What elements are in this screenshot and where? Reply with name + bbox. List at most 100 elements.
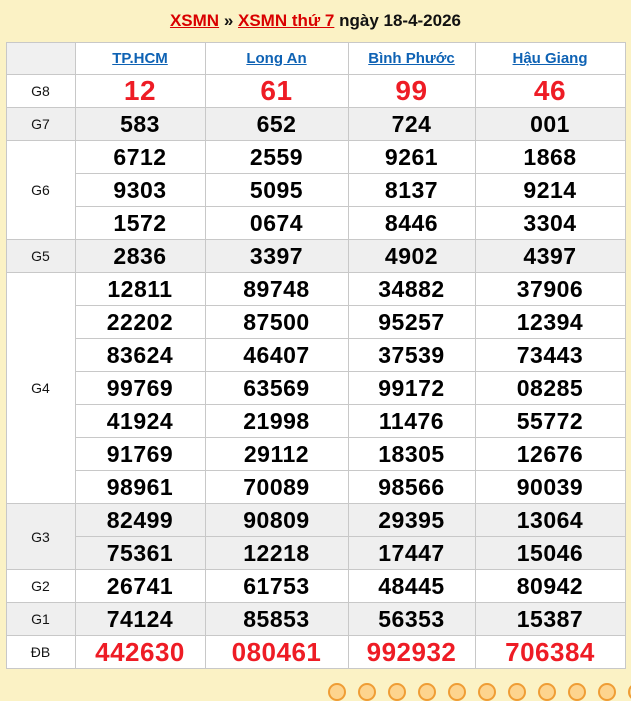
prize-label-g4: G4 bbox=[6, 273, 75, 504]
header-row: TP.HCM Long An Bình Phước Hậu Giang bbox=[6, 43, 625, 75]
results-table-body: G812619946G7583652724001G667122559926118… bbox=[6, 75, 625, 669]
result-g8-col4: 46 bbox=[475, 75, 625, 108]
result-g8-col3: 99 bbox=[348, 75, 475, 108]
result-g4-col3-line7: 98566 bbox=[348, 471, 475, 504]
result-g4-col2-line1: 89748 bbox=[205, 273, 348, 306]
result-g4-col4-line6: 12676 bbox=[475, 438, 625, 471]
result-g2-col4: 80942 bbox=[475, 570, 625, 603]
result-g4-col4-line2: 12394 bbox=[475, 306, 625, 339]
result-g1-col3: 56353 bbox=[348, 603, 475, 636]
ball-icon bbox=[448, 683, 466, 701]
prize-row-g8: G812619946 bbox=[6, 75, 625, 108]
result-g4-col1-line3: 83624 bbox=[75, 339, 205, 372]
prize-row-g6-line3: 1572067484463304 bbox=[6, 207, 625, 240]
result-g4-col2-line4: 63569 bbox=[205, 372, 348, 405]
result-g6-col2-line2: 5095 bbox=[205, 174, 348, 207]
prize-row-g1: G174124858535635315387 bbox=[6, 603, 625, 636]
column-header-4: Hậu Giang bbox=[475, 43, 625, 75]
ball-icon bbox=[598, 683, 616, 701]
ball-icon bbox=[538, 683, 556, 701]
result-g4-col3-line3: 37539 bbox=[348, 339, 475, 372]
result-g4-col1-line4: 99769 bbox=[75, 372, 205, 405]
result-g4-col1-line6: 91769 bbox=[75, 438, 205, 471]
result-g6-col4-line2: 9214 bbox=[475, 174, 625, 207]
result-g3-col1-line1: 82499 bbox=[75, 504, 205, 537]
result-g7-col4: 001 bbox=[475, 108, 625, 141]
result-g4-col1-line7: 98961 bbox=[75, 471, 205, 504]
ball-icon bbox=[388, 683, 406, 701]
prize-label-g5: G5 bbox=[6, 240, 75, 273]
title-separator: » bbox=[219, 11, 238, 31]
prize-row-db: ĐB442630080461992932706384 bbox=[6, 636, 625, 669]
prize-label-g8: G8 bbox=[6, 75, 75, 108]
result-db-col4: 706384 bbox=[475, 636, 625, 669]
result-g6-col3-line3: 8446 bbox=[348, 207, 475, 240]
result-g4-col4-line3: 73443 bbox=[475, 339, 625, 372]
result-g4-col3-line5: 11476 bbox=[348, 405, 475, 438]
xsmn-link[interactable]: XSMN bbox=[170, 11, 219, 31]
prize-row-g4-line4: 99769635699917208285 bbox=[6, 372, 625, 405]
xsmn-day-link[interactable]: XSMN thứ 7 bbox=[238, 11, 334, 31]
result-g4-col4-line1: 37906 bbox=[475, 273, 625, 306]
result-g6-col3-line1: 9261 bbox=[348, 141, 475, 174]
ball-icon bbox=[358, 683, 376, 701]
result-g2-col1: 26741 bbox=[75, 570, 205, 603]
page-title: XSMN » XSMN thứ 7 ngày 18-4-2026 bbox=[0, 0, 631, 42]
title-date: ngày 18-4-2026 bbox=[334, 11, 461, 31]
province-link-2[interactable]: Long An bbox=[246, 50, 306, 67]
ball-icon bbox=[568, 683, 586, 701]
result-g4-col2-line3: 46407 bbox=[205, 339, 348, 372]
result-g5-col1: 2836 bbox=[75, 240, 205, 273]
result-g6-col2-line1: 2559 bbox=[205, 141, 348, 174]
prize-row-g2: G226741617534844580942 bbox=[6, 570, 625, 603]
result-g6-col4-line3: 3304 bbox=[475, 207, 625, 240]
result-g4-col4-line7: 90039 bbox=[475, 471, 625, 504]
result-g3-col4-line1: 13064 bbox=[475, 504, 625, 537]
result-g4-col1-line1: 12811 bbox=[75, 273, 205, 306]
result-g8-col1: 12 bbox=[75, 75, 205, 108]
result-g4-col4-line5: 55772 bbox=[475, 405, 625, 438]
result-g7-col2: 652 bbox=[205, 108, 348, 141]
result-g5-col2: 3397 bbox=[205, 240, 348, 273]
prize-row-g4-line3: 83624464073753973443 bbox=[6, 339, 625, 372]
prize-label-g1: G1 bbox=[6, 603, 75, 636]
prize-row-g4-line2: 22202875009525712394 bbox=[6, 306, 625, 339]
result-db-col1: 442630 bbox=[75, 636, 205, 669]
result-g6-col1-line3: 1572 bbox=[75, 207, 205, 240]
results-table-head: TP.HCM Long An Bình Phước Hậu Giang bbox=[6, 43, 625, 75]
result-g5-col3: 4902 bbox=[348, 240, 475, 273]
result-g6-col1-line2: 9303 bbox=[75, 174, 205, 207]
result-g7-col3: 724 bbox=[348, 108, 475, 141]
result-g3-col4-line2: 15046 bbox=[475, 537, 625, 570]
column-header-3: Bình Phước bbox=[348, 43, 475, 75]
result-g3-col1-line2: 75361 bbox=[75, 537, 205, 570]
prize-label-g6: G6 bbox=[6, 141, 75, 240]
prize-row-g4-line6: 91769291121830512676 bbox=[6, 438, 625, 471]
result-g8-col2: 61 bbox=[205, 75, 348, 108]
prize-label-g3: G3 bbox=[6, 504, 75, 570]
province-link-4[interactable]: Hậu Giang bbox=[512, 50, 587, 67]
ball-icon bbox=[328, 683, 346, 701]
ball-icon bbox=[478, 683, 496, 701]
result-g3-col2-line2: 12218 bbox=[205, 537, 348, 570]
result-g4-col4-line4: 08285 bbox=[475, 372, 625, 405]
result-g3-col3-line2: 17447 bbox=[348, 537, 475, 570]
result-g4-col2-line2: 87500 bbox=[205, 306, 348, 339]
result-g4-col2-line7: 70089 bbox=[205, 471, 348, 504]
prize-row-g4-line5: 41924219981147655772 bbox=[6, 405, 625, 438]
header-corner-cell bbox=[6, 43, 75, 75]
result-g6-col2-line3: 0674 bbox=[205, 207, 348, 240]
result-g4-col2-line6: 29112 bbox=[205, 438, 348, 471]
province-link-1[interactable]: TP.HCM bbox=[112, 50, 168, 67]
province-link-3[interactable]: Bình Phước bbox=[368, 50, 455, 67]
result-g1-col1: 74124 bbox=[75, 603, 205, 636]
result-g3-col3-line1: 29395 bbox=[348, 504, 475, 537]
result-g1-col2: 85853 bbox=[205, 603, 348, 636]
prize-row-g7: G7583652724001 bbox=[6, 108, 625, 141]
result-g4-col3-line4: 99172 bbox=[348, 372, 475, 405]
result-db-col3: 992932 bbox=[348, 636, 475, 669]
lottery-balls-decoration bbox=[328, 683, 631, 701]
result-g6-col1-line1: 6712 bbox=[75, 141, 205, 174]
result-g2-col3: 48445 bbox=[348, 570, 475, 603]
prize-row-g4-line1: G412811897483488237906 bbox=[6, 273, 625, 306]
